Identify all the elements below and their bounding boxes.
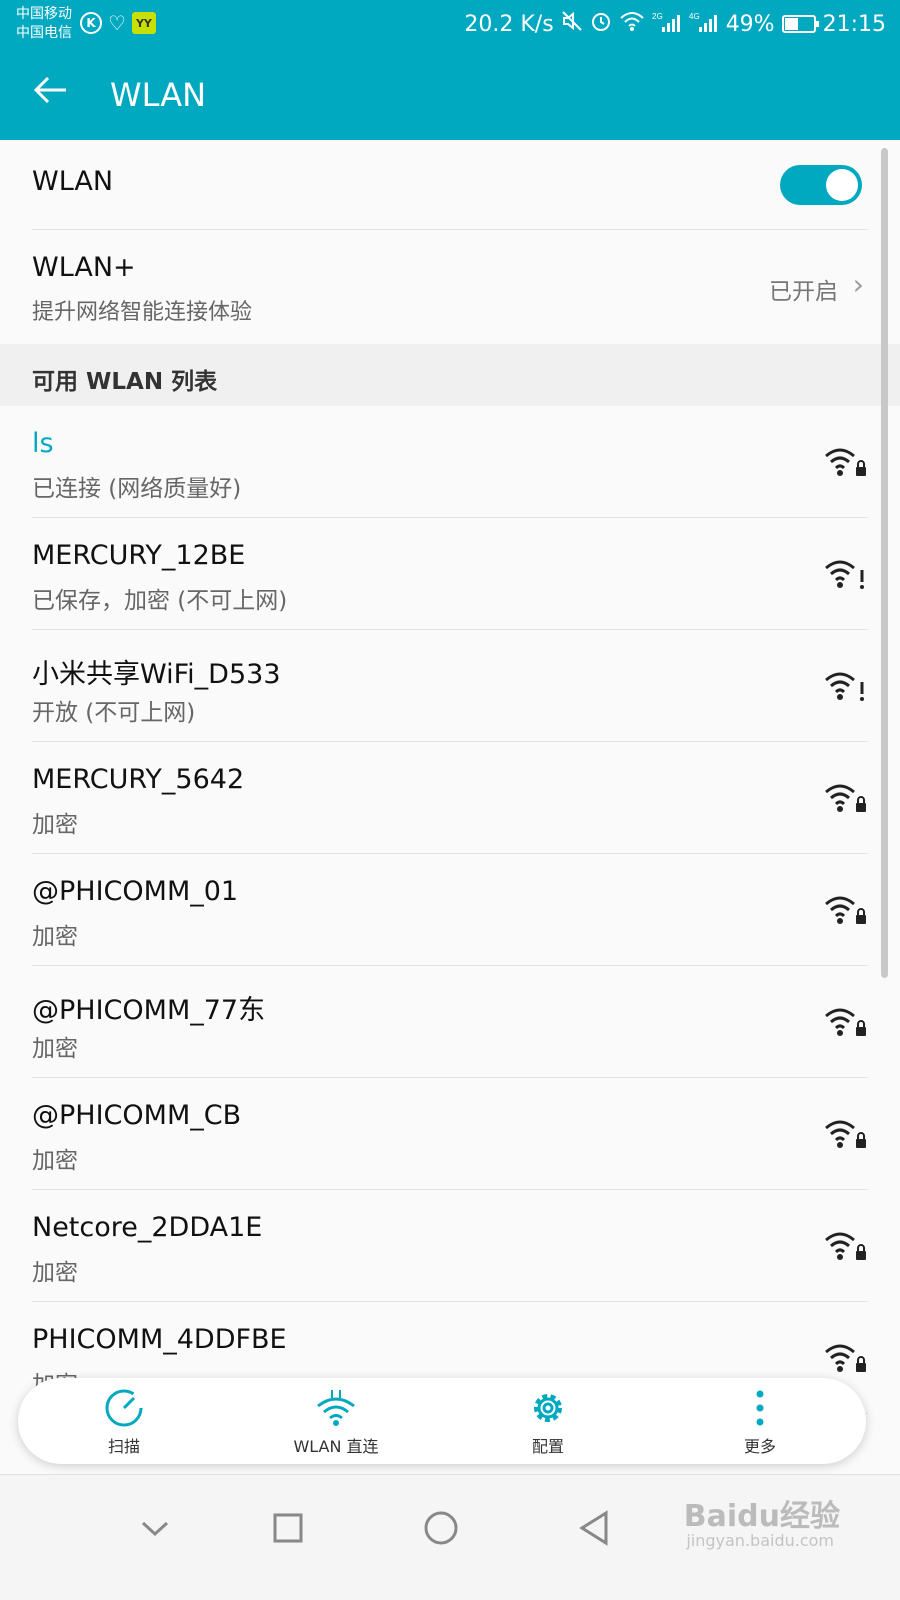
chevron-down-icon[interactable] <box>130 1503 180 1553</box>
scan-label: 扫描 <box>107 1437 140 1456</box>
status-indicators: 20.2 K/s 2G 4G 49% 21:15 <box>464 10 886 38</box>
chevron-right-icon: › <box>852 268 864 301</box>
network-row[interactable]: MERCURY_12BE 已保存，加密 (不可上网) <box>32 518 868 630</box>
wifi-lock-icon[interactable] <box>824 890 868 930</box>
battery-icon <box>781 15 819 33</box>
network-row[interactable]: Netcore_2DDA1E 加密 <box>32 1190 868 1302</box>
wifi-lock-icon[interactable] <box>824 442 868 482</box>
wlan-switch[interactable] <box>780 165 862 205</box>
system-nav-bar: Baidu经验 jingyan.baidu.com <box>0 1474 900 1600</box>
back-arrow-icon[interactable] <box>30 70 80 120</box>
page-title: WLAN <box>110 76 207 114</box>
wlan-plus-row[interactable]: WLAN+ 提升网络智能连接体验 已开启 › <box>32 230 868 344</box>
yy-app-icon: YY <box>131 12 156 34</box>
signal-4g-label: 4G <box>689 12 700 21</box>
wlan-plus-title: WLAN+ <box>32 252 136 283</box>
baidu-watermark: Baidu经验 <box>683 1499 840 1534</box>
network-row[interactable]: 小米共享WiFi_D533 开放 (不可上网) <box>32 630 868 742</box>
more-vertical-icon <box>690 1385 830 1431</box>
notification-icons: K ♡ YY <box>80 12 156 34</box>
network-row[interactable]: @PHICOMM_01 加密 <box>32 854 868 966</box>
network-list: ls 已连接 (网络质量好) MERCURY_12BE 已保存，加密 (不可上网) 小… <box>0 406 900 1414</box>
wifi-lock-icon[interactable] <box>824 1114 868 1154</box>
wifi-alert-icon[interactable] <box>824 554 868 594</box>
wlan-plus-subtitle: 提升网络智能连接体验 <box>32 300 253 325</box>
network-state: 加密 <box>32 812 78 838</box>
battery-percent: 49% <box>725 11 775 37</box>
signal-2g-label: 2G <box>652 12 663 21</box>
network-state: 加密 <box>32 1036 78 1062</box>
back-triangle-icon[interactable] <box>570 1503 620 1553</box>
network-state: 加密 <box>32 1260 78 1286</box>
network-state: 加密 <box>32 1148 78 1174</box>
wifi-alert-icon[interactable] <box>824 666 868 706</box>
settings-gear-icon <box>478 1385 618 1431</box>
scrollbar[interactable] <box>881 148 888 978</box>
wlan-toggle-label: WLAN <box>32 166 114 197</box>
alarm-icon <box>590 10 612 38</box>
scan-button[interactable]: 扫描 <box>54 1385 194 1457</box>
bottom-action-menu: 扫描 WLAN 直连 配置 更多 <box>18 1378 866 1464</box>
signal-2g-icon: 2G <box>652 11 682 38</box>
wifi-lock-icon[interactable] <box>824 1338 868 1378</box>
network-name: @PHICOMM_77东 <box>32 995 266 1026</box>
network-name: @PHICOMM_CB <box>32 1100 242 1131</box>
wifi-direct-label: WLAN 直连 <box>293 1437 379 1456</box>
scan-icon <box>54 1385 194 1431</box>
more-button[interactable]: 更多 <box>690 1385 830 1457</box>
wlan-toggle-row[interactable]: WLAN <box>32 140 868 230</box>
wifi-direct-icon <box>266 1385 406 1431</box>
status-bar: 中国移动 中国电信 K ♡ YY 20.2 K/s 2G 4G 49% 21:1… <box>0 0 900 50</box>
k-app-icon: K <box>80 12 102 34</box>
network-state: 加密 <box>32 924 78 950</box>
health-icon: ♡ <box>108 11 126 35</box>
configure-label: 配置 <box>531 1437 564 1456</box>
wifi-lock-icon[interactable] <box>824 1226 868 1266</box>
network-name: Netcore_2DDA1E <box>32 1212 263 1243</box>
settings-list: WLAN WLAN+ 提升网络智能连接体验 已开启 › 可用 WLAN 列表 l… <box>0 140 900 1414</box>
network-state: 已保存，加密 (不可上网) <box>32 588 288 614</box>
network-row[interactable]: @PHICOMM_77东加密 <box>32 966 868 1078</box>
carrier-1: 中国移动 <box>16 6 72 22</box>
wifi-status-icon <box>619 10 645 38</box>
network-state: 已连接 (网络质量好) <box>32 476 242 502</box>
carrier-info: 中国移动 中国电信 <box>16 5 72 43</box>
network-row[interactable]: MERCURY_5642 加密 <box>32 742 868 854</box>
app-bar: WLAN <box>0 50 900 140</box>
network-state: 开放 (不可上网) <box>32 700 196 726</box>
network-row[interactable]: ls 已连接 (网络质量好) <box>32 406 868 518</box>
network-name: 小米共享WiFi_D533 <box>32 659 281 690</box>
switch-knob <box>826 169 858 201</box>
mute-icon <box>561 10 583 38</box>
network-speed: 20.2 K/s <box>464 11 554 37</box>
home-circle-icon[interactable] <box>416 1503 466 1553</box>
wifi-lock-icon[interactable] <box>824 1002 868 1042</box>
network-name: @PHICOMM_01 <box>32 876 239 907</box>
baidu-watermark-url: jingyan.baidu.com <box>686 1531 834 1550</box>
wifi-direct-button[interactable]: WLAN 直连 <box>266 1385 406 1457</box>
recents-square-icon[interactable] <box>263 1503 313 1553</box>
network-row[interactable]: @PHICOMM_CB 加密 <box>32 1078 868 1190</box>
network-name: MERCURY_5642 <box>32 764 245 795</box>
more-label: 更多 <box>743 1437 776 1456</box>
wlan-plus-status: 已开启 <box>769 279 838 305</box>
network-name: ls <box>32 428 54 459</box>
carrier-2: 中国电信 <box>16 25 72 41</box>
configure-button[interactable]: 配置 <box>478 1385 618 1457</box>
network-name: PHICOMM_4DDFBE <box>32 1324 287 1355</box>
available-networks-header: 可用 WLAN 列表 <box>0 344 900 406</box>
network-name: MERCURY_12BE <box>32 540 246 571</box>
clock: 21:15 <box>822 11 886 37</box>
wifi-lock-icon[interactable] <box>824 778 868 818</box>
signal-4g-icon: 4G <box>689 11 719 38</box>
